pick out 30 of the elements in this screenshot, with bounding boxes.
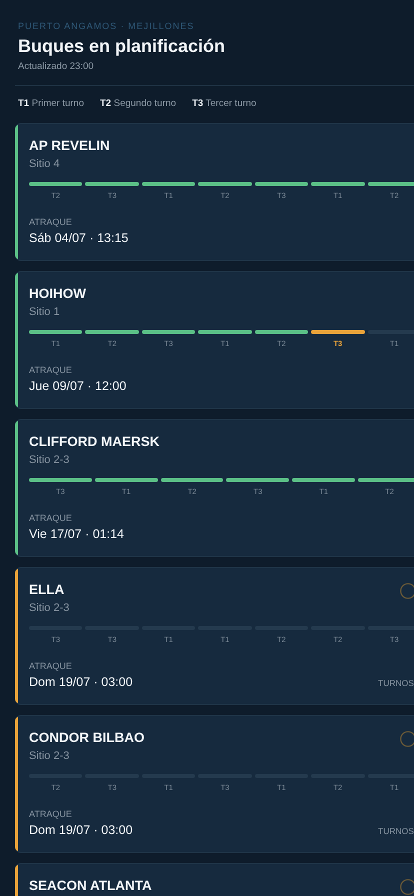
berth-label: Sitio 1 xyxy=(29,306,61,319)
berthing-time: Vie 17/07 · 01:14 xyxy=(29,527,125,542)
berth-label: Sitio 2-3 xyxy=(29,750,70,763)
berthing-time: Dom 19/07 · 03:00 xyxy=(29,823,134,838)
ship-name: AP REVELIN xyxy=(29,137,111,155)
berthing-label: ATRAQUE xyxy=(29,809,73,820)
ship-name: HOIHOW xyxy=(29,285,87,303)
berth-label: Sitio 2-3 xyxy=(29,602,70,615)
ship-name: CONDOR BILBAO xyxy=(29,729,146,747)
berthing-time: Sáb 04/07 · 13:15 xyxy=(29,231,130,246)
ship-card[interactable]: SEACON ATLANTA xyxy=(15,863,414,896)
berthing-time: Jue 09/07 · 12:00 xyxy=(29,379,128,394)
berthing-label: ATRAQUE xyxy=(29,217,73,228)
legend-item: T3 Tercer turno xyxy=(192,98,256,110)
legend-item: T2 Segundo turno xyxy=(100,98,176,110)
updated-time: Actualizado 23:00 xyxy=(18,61,95,73)
berthing-label: ATRAQUE xyxy=(29,661,73,672)
port-label: PUERTO ANGAMOS · MEJILLONES xyxy=(18,20,196,32)
ship-name: ELLA xyxy=(29,581,66,599)
berthing-label: ATRAQUE xyxy=(29,365,73,376)
berthing-time: Dom 19/07 · 03:00 xyxy=(29,675,134,690)
berth-label: Sitio 2-3 xyxy=(29,454,70,467)
ship-name: CLIFFORD MAERSK xyxy=(29,433,160,451)
page-title: Buques en planificación xyxy=(18,35,226,57)
legend-item: T1 Primer turno xyxy=(18,98,84,110)
ship-name: SEACON ATLANTA xyxy=(29,877,153,895)
shifts-label: TURNOS xyxy=(378,825,414,838)
shifts-label: TURNOS xyxy=(378,677,414,690)
berthing-label: ATRAQUE xyxy=(29,513,73,524)
berth-label: Sitio 4 xyxy=(29,158,61,171)
